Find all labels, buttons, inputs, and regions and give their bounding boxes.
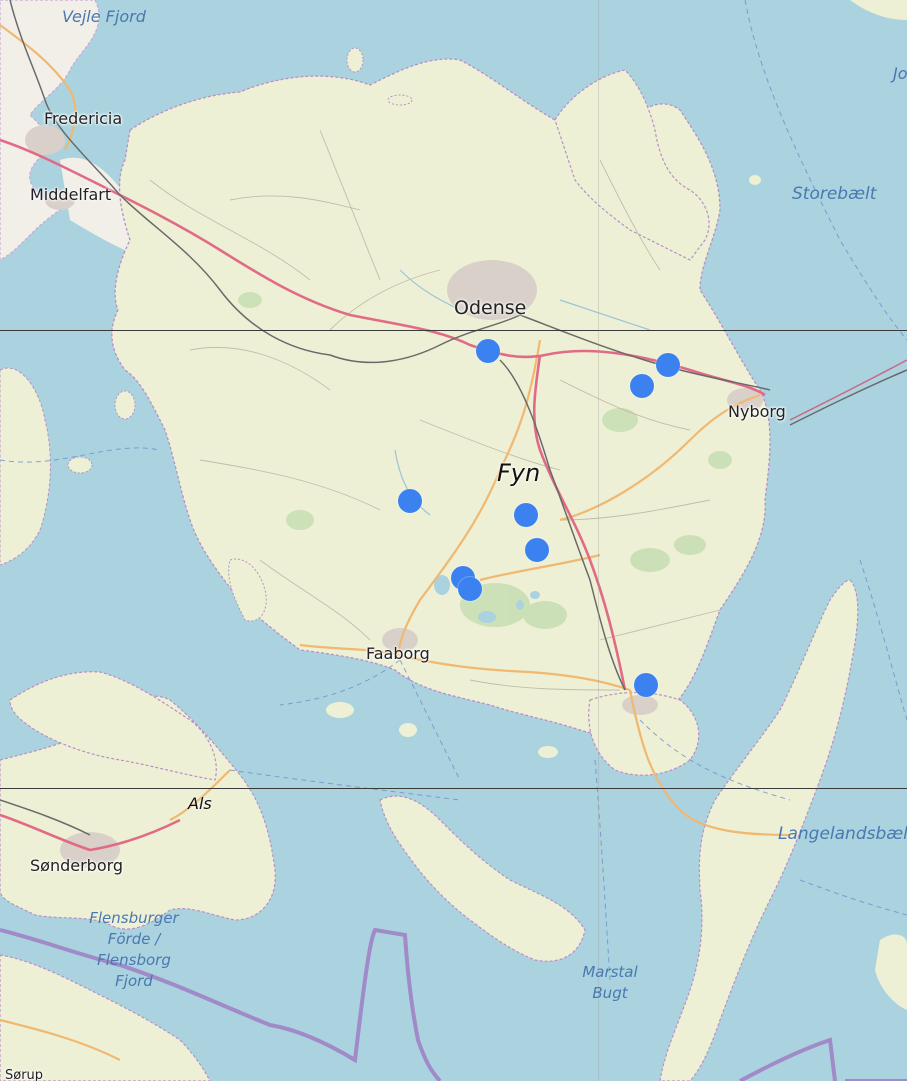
label-flensburger-line1: Flensburger [89,909,179,927]
graticule-line-north [0,330,907,331]
label-faaborg: Faaborg [366,644,430,663]
map-marker[interactable] [458,577,482,601]
label-odense: Odense [454,297,527,319]
map-marker[interactable] [398,489,422,513]
label-flensburger-line3: Flensborg [97,951,171,969]
label-j-partial: Jo [893,64,907,83]
map-marker[interactable] [525,538,549,562]
label-als: Als [188,794,212,813]
map-marker[interactable] [630,374,654,398]
label-flensburger-fjord: Flensburger Förde / Flensborg Fjord [82,908,186,992]
label-fredericia: Fredericia [44,109,123,128]
label-middelfart: Middelfart [30,185,112,204]
map-marker[interactable] [514,503,538,527]
graticule-line-south [0,788,907,789]
label-marstal-line2: Bugt [592,984,628,1002]
label-sonderborg: Sønderborg [30,856,124,875]
map-marker[interactable] [656,353,680,377]
label-nyborg: Nyborg [728,402,786,421]
label-sorup-partial: Sørup [5,1068,44,1081]
label-flensburger-line2: Förde / [107,930,161,948]
map-marker[interactable] [476,339,500,363]
label-flensburger-line4: Fjord [115,972,153,990]
label-storebaelt: Storebælt [792,184,877,204]
graticule-line-vertical [598,0,599,1081]
label-langelandsbaelt: Langelandsbælt [778,824,907,844]
label-fyn: Fyn [497,459,541,487]
label-marstal-bugt: Marstal Bugt [575,962,645,1004]
map-view[interactable]: Vejle Fjord Storebælt Jo Langelandsbælt … [0,0,907,1081]
label-marstal-line1: Marstal [582,963,638,981]
map-marker[interactable] [634,673,658,697]
label-vejle-fjord: Vejle Fjord [62,7,146,26]
